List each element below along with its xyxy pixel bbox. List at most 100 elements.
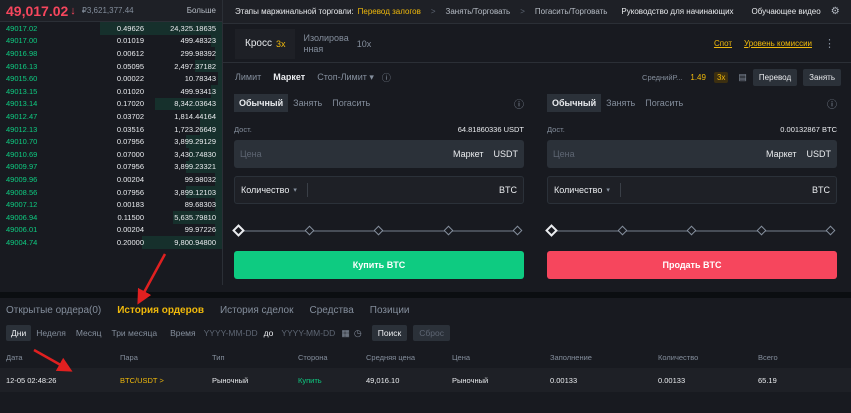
buy-btc-button[interactable]: Купить BTC [234,251,524,279]
order-book-row[interactable]: 49016.98 0.00612 299.98392 [0,47,222,60]
tab-normal[interactable]: Обычный [234,94,289,112]
price-placeholder: Цена [553,149,575,159]
order-book-row[interactable]: 49010.69 0.07000 3,430.74830 [0,147,222,161]
tab-repay[interactable]: Погасить [327,94,375,112]
cell-pair-link[interactable]: BTC/USDT > [120,376,212,385]
amount-slider[interactable] [232,224,524,237]
quantity-label[interactable]: Количество [554,185,602,195]
order-book-row[interactable]: 49009.96 0.00204 99.98032 [0,173,222,186]
price-field[interactable]: Цена Маркет USDT [234,140,524,168]
fee-level-link[interactable]: Уровень комиссии [744,39,812,48]
search-button[interactable]: Поиск [371,325,408,341]
info-icon[interactable]: ⓘ [827,96,837,111]
price-mode: Маркет [766,149,797,159]
tab-borrow[interactable]: Занять [288,94,327,112]
order-type-stop-limit[interactable]: Стоп-Лимит ▾ [317,72,374,83]
tab-open-orders[interactable]: Открытые ордера(0) [6,305,101,316]
col-type: Тип [212,352,225,362]
order-book-row[interactable]: 49013.14 0.17020 8,342.03643 [0,97,222,111]
filter-three-months[interactable]: Три месяца [106,325,162,341]
order-book-row[interactable]: 49016.13 0.05095 2,497.37182 [0,59,222,73]
tab-normal[interactable]: Обычный [547,94,602,112]
slider-handle[interactable] [545,224,558,237]
slider-mark-50[interactable] [686,225,697,236]
tab-positions[interactable]: Позиции [370,305,410,316]
slider-mark-25[interactable] [617,225,628,236]
filter-week[interactable]: Неделя [31,325,71,341]
slider-mark-50[interactable] [373,225,384,236]
calculator-icon[interactable]: ▤ [738,72,747,83]
isolated-leverage: 10x [356,38,372,49]
tab-funds[interactable]: Средства [309,305,353,316]
row-price: 49016.13 [6,61,38,71]
date-from-input[interactable]: YYYY-MM-DD [204,328,258,338]
row-total: 8,342.03643 [174,99,216,109]
chevron-down-icon[interactable]: ▾ [293,186,297,194]
order-book-row[interactable]: 49010.70 0.07956 3,899.29129 [0,135,222,148]
order-book-row[interactable]: 49007.12 0.00183 89.68303 [0,198,222,211]
slider-mark-100[interactable] [512,225,523,236]
borrow-button[interactable]: Занять [803,68,841,86]
row-amount: 0.20000 [116,237,144,247]
cell-side: Купить [298,375,322,385]
quantity-field[interactable]: Количество ▾ BTC [547,176,837,204]
tutorial-video-link[interactable]: Обучающее видео [752,7,821,16]
reset-button[interactable]: Сброс [413,325,450,341]
order-book-row[interactable]: 49009.97 0.07956 3,899.23321 [0,160,222,174]
more-link[interactable]: Больше [187,6,216,15]
slider-mark-75[interactable] [756,225,767,236]
quantity-label[interactable]: Количество [241,185,289,195]
price-field[interactable]: Цена Маркет USDT [547,140,837,168]
sell-btc-button[interactable]: Продать BTC [547,251,837,279]
slider-mark-25[interactable] [304,225,315,236]
quantity-field[interactable]: Количество ▾ BTC [234,176,524,204]
order-book-row[interactable]: 49012.47 0.03702 1,814.44164 [0,110,222,123]
order-type-market[interactable]: Маркет [273,72,305,82]
slider-handle[interactable] [232,224,245,237]
calendar-icon[interactable]: ▦ [341,328,350,339]
row-total: 3,899.23321 [174,162,216,172]
tab-trade-history[interactable]: История сделок [220,305,294,316]
tab-cross-margin[interactable]: Кросс 3x [235,28,296,59]
stage-transfer-link[interactable]: Перевод залогов [358,7,421,16]
order-book-row[interactable]: 49013.15 0.01020 499.93413 [0,84,222,98]
chevron-down-icon[interactable]: ▾ [606,186,610,194]
row-price: 49016.98 [6,48,38,58]
more-options-icon[interactable]: ⋮ [824,37,835,50]
slider-mark-100[interactable] [825,225,836,236]
cell-total: 65.19 [758,375,777,385]
stage-borrow-trade-link[interactable]: Занять/Торговать [446,7,511,16]
amount-slider[interactable] [545,224,837,237]
beginner-guide-link[interactable]: Руководство для начинающих [621,7,733,16]
order-book-row[interactable]: 49017.02 0.49626 24,325.18635 [0,22,222,35]
row-price: 49009.96 [6,174,38,184]
isolated-label-line2: нная [303,43,324,54]
order-type-limit[interactable]: Лимит [235,72,261,82]
table-row[interactable]: 12-05 02:48:26 BTC/USDT > Рыночный Купит… [0,368,851,392]
order-book-row[interactable]: 49006.01 0.00204 99.97226 [0,223,222,237]
date-to-input[interactable]: YYYY-MM-DD [281,328,335,338]
orders-tabs: Открытые ордера(0) История ордеров Истор… [0,298,851,322]
stage-repay-trade-link[interactable]: Погасить/Торговать [535,7,608,16]
order-book-row[interactable]: 49006.94 0.11500 5,635.79810 [0,210,222,224]
transfer-button[interactable]: Перевод [752,68,798,86]
tab-isolated-margin[interactable]: Изолирова нная [295,33,356,55]
margin-mode-row: Кросс 3x Изолирова нная 10x Спот Уровень… [223,25,851,63]
order-book-row[interactable]: 49008.56 0.07956 3,899.12103 [0,185,222,199]
order-book-row[interactable]: 49015.60 0.00022 10.78343 [0,72,222,85]
settings-gear-icon[interactable]: ⚙ [831,6,840,17]
filter-month[interactable]: Месяц [71,325,107,341]
clock-icon[interactable]: ◷ [354,328,362,339]
tab-borrow[interactable]: Занять [601,94,640,112]
col-pair: Пара [120,352,138,362]
order-book-row[interactable]: 49004.74 0.20000 9,800.94800 [0,236,222,249]
tab-order-history[interactable]: История ордеров [117,305,204,316]
info-icon[interactable]: ⓘ [382,71,391,84]
filter-day[interactable]: Дни [6,325,32,341]
tab-repay[interactable]: Погасить [640,94,688,112]
slider-mark-75[interactable] [443,225,454,236]
info-icon[interactable]: ⓘ [514,96,524,111]
spot-link[interactable]: Спот [714,39,732,48]
order-book-row[interactable]: 49012.13 0.03516 1,723.26649 [0,122,222,136]
order-book-row[interactable]: 49017.00 0.01019 499.48323 [0,34,222,48]
